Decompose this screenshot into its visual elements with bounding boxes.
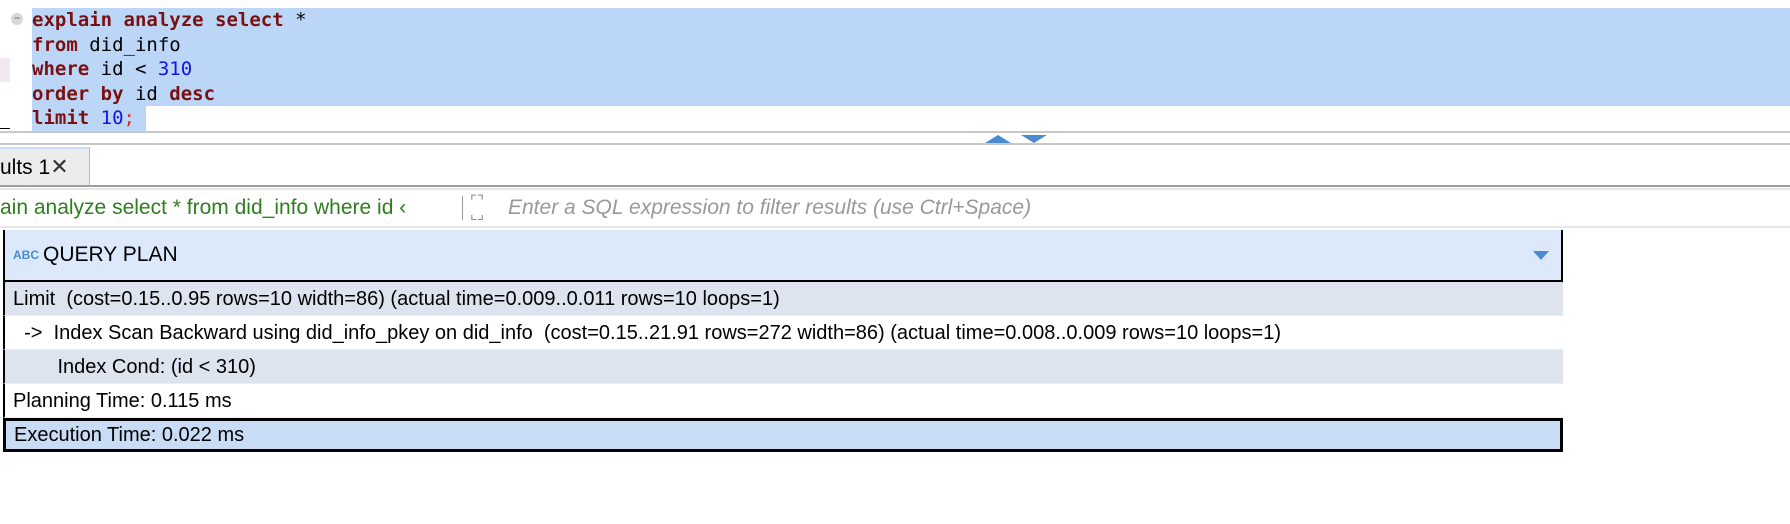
code-line: order by id desc (32, 82, 307, 107)
query-text[interactable]: ain analyze select * from did_info where… (0, 190, 406, 226)
table-row[interactable]: Index Cond: (id < 310) (3, 350, 1563, 384)
maximize-editor-arrow-icon[interactable] (985, 135, 1011, 143)
sql-token: id < (89, 58, 158, 80)
sql-number: 10 (100, 107, 124, 129)
code-line: limit 10; (32, 106, 307, 131)
selected-text: limit 10; (32, 106, 147, 131)
table-row[interactable]: Limit (cost=0.15..0.95 rows=10 width=86)… (3, 282, 1563, 316)
expand-icon[interactable]: ⌜⌝ ⌞⌟ (470, 194, 484, 222)
sql-keyword: desc (169, 82, 216, 105)
results-grid: ABC QUERY PLAN Limit (cost=0.15..0.95 row… (3, 230, 1563, 452)
tab-results-1[interactable]: ults 1✕ (0, 147, 90, 185)
close-icon[interactable]: ✕ (50, 154, 68, 179)
tab-label: ults 1 (0, 156, 51, 179)
fold-collapse-icon[interactable]: − (11, 12, 23, 25)
text-type-icon: ABC (13, 248, 39, 262)
sql-keyword: from (32, 33, 78, 56)
sql-token: * (283, 9, 307, 31)
gutter-marker (0, 58, 10, 82)
code-lines: explain analyze select * from did_info whe… (32, 8, 307, 131)
column-label: QUERY PLAN (43, 243, 178, 266)
sql-token: did_info (77, 33, 181, 56)
filter-bar: ain analyze select * from did_info where… (0, 188, 1790, 228)
results-tab-bar: ults 1✕ (0, 145, 1790, 187)
sql-number: 310 (157, 58, 193, 80)
sort-dropdown-icon[interactable] (1533, 251, 1549, 260)
maximize-results-arrow-icon[interactable] (1021, 135, 1047, 143)
sql-keyword: order by (32, 82, 124, 105)
filter-input[interactable]: Enter a SQL expression to filter results… (508, 190, 1031, 226)
table-row-selected[interactable]: Execution Time: 0.022 ms (3, 418, 1563, 452)
code-line: from did_info (32, 33, 307, 58)
code-line: where id < 310 (32, 57, 307, 82)
code-line: explain analyze select * (32, 8, 307, 33)
sql-keyword: where (32, 58, 90, 80)
sql-keyword: limit (32, 107, 90, 129)
table-row[interactable]: -> Index Scan Backward using did_info_pk… (3, 316, 1563, 350)
gutter-cursor (0, 128, 10, 129)
sql-editor[interactable]: − explain analyze select * from did_info w… (0, 0, 1790, 131)
panel-sash[interactable] (0, 131, 1790, 145)
divider (462, 196, 463, 220)
sql-token: ; (123, 107, 135, 129)
table-row[interactable]: Planning Time: 0.115 ms (3, 384, 1563, 418)
sql-token: id (123, 82, 170, 105)
column-header-query-plan[interactable]: ABC QUERY PLAN (3, 230, 1563, 282)
sql-keyword: explain analyze select (32, 9, 284, 31)
